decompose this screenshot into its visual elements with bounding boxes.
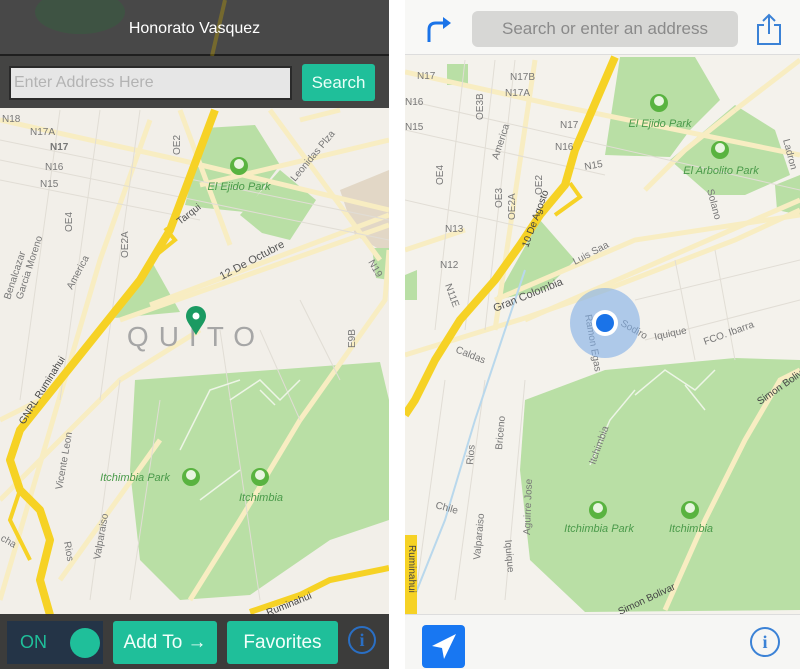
street-label: N15 bbox=[405, 122, 424, 133]
bottom-toolbar: ON Add To → Favorites bbox=[0, 614, 389, 669]
svg-text:Itchimbia Park: Itchimbia Park bbox=[100, 472, 170, 484]
address-input[interactable] bbox=[9, 66, 292, 100]
street-label: OE3B bbox=[475, 93, 486, 120]
street-label: E9B bbox=[347, 329, 358, 348]
on-off-toggle[interactable]: ON bbox=[7, 621, 103, 664]
right-app-screen: N17 N16 N15 N17B N17A N17 N16 N15 OE3B A… bbox=[405, 0, 800, 669]
left-app-screen: N17A N17 N16 N15 N18 OE2 OE4 OE2A Americ… bbox=[0, 0, 389, 669]
street-label: N16 bbox=[45, 162, 64, 173]
svg-text:Itchimbia Park: Itchimbia Park bbox=[564, 523, 634, 535]
street-label: Briceno bbox=[494, 415, 508, 450]
turn-right-arrow-icon[interactable] bbox=[423, 14, 453, 44]
search-bar: Search bbox=[0, 56, 389, 108]
street-label: Valparaiso bbox=[472, 513, 487, 561]
street-label: N15 bbox=[584, 159, 604, 173]
street-label: America bbox=[490, 122, 512, 161]
favorites-button[interactable]: Favorites bbox=[227, 621, 338, 664]
title-bar: Honorato Vasquez bbox=[0, 0, 389, 56]
page-title: Honorato Vasquez bbox=[128, 20, 261, 37]
street-label: N15 bbox=[40, 179, 59, 190]
street-label: N17A bbox=[505, 88, 530, 99]
street-label: N17A bbox=[30, 127, 55, 138]
svg-text:Itchimbia: Itchimbia bbox=[239, 492, 283, 504]
street-label: Valparaiso bbox=[92, 512, 111, 560]
street-label: N13 bbox=[445, 224, 464, 235]
svg-text:El Ejido Park: El Ejido Park bbox=[629, 118, 692, 130]
street-label: Caldas bbox=[454, 345, 487, 367]
street-label: Iquique bbox=[653, 325, 688, 343]
bottom-toolbar: i bbox=[405, 614, 800, 669]
top-bar: Search or enter an address bbox=[405, 0, 800, 55]
street-label: Rios bbox=[61, 541, 75, 563]
street-label: OE2A bbox=[507, 193, 518, 220]
search-button[interactable]: Search bbox=[302, 64, 375, 101]
street-label: OE2 bbox=[172, 135, 183, 155]
street-label: N17 bbox=[417, 71, 436, 82]
share-icon[interactable] bbox=[755, 12, 783, 46]
street-label: Iquique bbox=[502, 539, 516, 573]
info-icon[interactable]: i bbox=[348, 626, 376, 654]
street-label: OE2A bbox=[120, 231, 131, 258]
street-label: OE4 bbox=[64, 212, 75, 232]
location-arrow-icon bbox=[432, 634, 456, 659]
park-left-edge bbox=[405, 270, 417, 300]
svg-text:El Ejido Park: El Ejido Park bbox=[208, 181, 271, 193]
svg-text:El Arbolito Park: El Arbolito Park bbox=[683, 165, 759, 177]
info-icon[interactable]: i bbox=[750, 627, 780, 657]
street-label: Rios bbox=[465, 444, 478, 465]
street-label: N12 bbox=[440, 260, 459, 271]
street-label: N18 bbox=[2, 114, 21, 125]
street-label: N11E bbox=[442, 282, 461, 309]
street-label: Ruminahui bbox=[406, 545, 417, 593]
add-to-button[interactable]: Add To → bbox=[113, 621, 217, 664]
street-label: N17B bbox=[510, 72, 535, 83]
street-label: Aguirre Jose bbox=[522, 478, 535, 535]
current-location-button[interactable] bbox=[422, 625, 465, 668]
user-location-dot[interactable] bbox=[570, 288, 640, 358]
street-label: N16 bbox=[555, 142, 574, 153]
street-label: N17 bbox=[560, 120, 579, 131]
toggle-knob[interactable] bbox=[70, 628, 100, 658]
svg-text:Itchimbia: Itchimbia bbox=[669, 523, 713, 535]
toggle-label: ON bbox=[20, 632, 47, 652]
right-map[interactable]: N17 N16 N15 N17B N17A N17 N16 N15 OE3B A… bbox=[405, 0, 800, 669]
search-field[interactable]: Search or enter an address bbox=[472, 11, 738, 47]
street-label: N16 bbox=[405, 97, 424, 108]
street-label: OE3 bbox=[494, 188, 505, 208]
street-label: America bbox=[65, 253, 92, 291]
street-label: OE4 bbox=[435, 165, 446, 185]
street-label: N17 bbox=[50, 142, 69, 153]
